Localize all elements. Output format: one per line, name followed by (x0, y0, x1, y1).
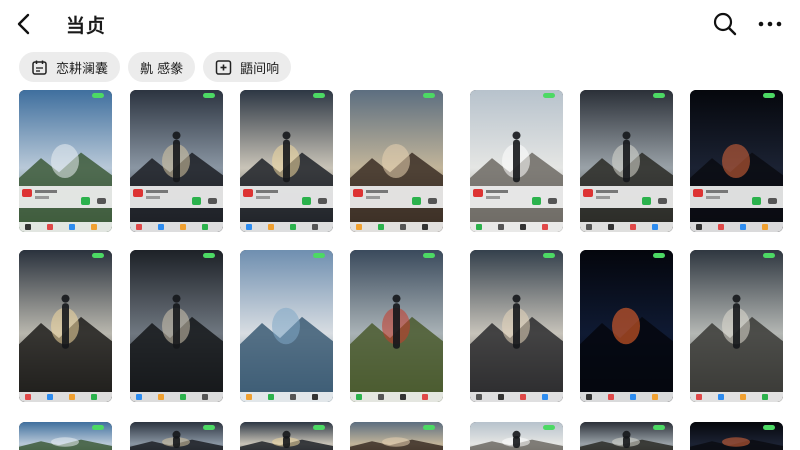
battery-indicator (203, 253, 215, 258)
wallpaper-thumbnail[interactable] (580, 422, 673, 450)
wallpaper-thumbnail[interactable] (350, 90, 443, 232)
dock-bar (19, 392, 112, 402)
wallpaper-thumbnail[interactable] (130, 90, 223, 232)
wallpaper-thumbnail[interactable] (19, 422, 112, 450)
battery-indicator (543, 253, 555, 258)
wallpaper-thumbnail[interactable] (19, 90, 112, 232)
battery-indicator (313, 253, 325, 258)
battery-indicator (543, 93, 555, 98)
calendar-icon (32, 60, 47, 75)
notification-panel (240, 186, 333, 208)
wallpaper-thumbnail[interactable] (690, 422, 783, 450)
wallpaper-image (350, 250, 443, 402)
wallpaper-image (470, 90, 563, 232)
dock-bar (240, 392, 333, 402)
battery-indicator (763, 425, 775, 430)
battery-indicator (92, 93, 104, 98)
battery-indicator (423, 93, 435, 98)
wallpaper-thumbnail[interactable] (690, 90, 783, 232)
dock-bar (690, 392, 783, 402)
filter-chips: 恋耕澜囊 鼽 感豢 鼯间响 (19, 52, 292, 82)
battery-indicator (763, 93, 775, 98)
back-button[interactable] (12, 10, 38, 38)
wallpaper-image (580, 90, 673, 232)
battery-indicator (203, 93, 215, 98)
wallpaper-image (350, 90, 443, 232)
battery-indicator (763, 253, 775, 258)
wallpaper-thumbnail[interactable] (240, 422, 333, 450)
wallpaper-image (130, 250, 223, 402)
dock-bar (350, 392, 443, 402)
battery-indicator (653, 253, 665, 258)
dock-bar (130, 222, 223, 232)
notification-panel (19, 186, 112, 208)
chip-label: 鼽 感豢 (140, 61, 184, 77)
wallpaper-image (690, 250, 783, 402)
search-button[interactable] (712, 11, 738, 37)
battery-indicator (92, 425, 104, 430)
wallpaper-image (470, 250, 563, 402)
dock-bar (690, 222, 783, 232)
wallpaper-image (690, 90, 783, 232)
notification-panel (580, 186, 673, 208)
wallpaper-thumbnail[interactable] (130, 250, 223, 402)
dock-bar (580, 222, 673, 232)
chip-label: 恋耕澜囊 (56, 61, 109, 77)
dock-bar (240, 222, 333, 232)
wallpaper-thumbnail[interactable] (350, 422, 443, 450)
search-icon (713, 12, 737, 36)
wallpaper-thumbnail[interactable] (350, 250, 443, 402)
add-box-icon (215, 59, 232, 75)
page-title: 当贞 (66, 15, 107, 37)
dock-bar (470, 392, 563, 402)
wallpaper-thumbnail[interactable] (470, 422, 563, 450)
notification-panel (470, 186, 563, 208)
wallpaper-image (19, 250, 112, 402)
wallpaper-image (240, 90, 333, 232)
battery-indicator (313, 425, 325, 430)
dock-bar (130, 392, 223, 402)
wallpaper-thumbnail[interactable] (690, 250, 783, 402)
chip-label: 鼯间响 (240, 61, 280, 77)
wallpaper-image (580, 250, 673, 402)
chip-calendar[interactable]: 恋耕澜囊 (19, 52, 121, 82)
wallpaper-image (240, 250, 333, 402)
wallpaper-thumbnail[interactable] (19, 250, 112, 402)
wallpaper-thumbnail[interactable] (130, 422, 223, 450)
battery-indicator (653, 425, 665, 430)
battery-indicator (203, 425, 215, 430)
notification-panel (350, 186, 443, 208)
wallpaper-thumbnail[interactable] (580, 90, 673, 232)
wallpaper-image (130, 90, 223, 232)
dock-bar (470, 222, 563, 232)
more-options-button[interactable] (756, 11, 784, 37)
wallpaper-thumbnail[interactable] (470, 250, 563, 402)
dock-bar (19, 222, 112, 232)
wallpaper-thumbnail[interactable] (470, 90, 563, 232)
chip-add[interactable]: 鼯间响 (203, 52, 292, 82)
notification-panel (690, 186, 783, 208)
dock-bar (350, 222, 443, 232)
battery-indicator (313, 93, 325, 98)
battery-indicator (423, 425, 435, 430)
top-bar: 当贞 (0, 0, 800, 48)
more-icon (758, 21, 782, 27)
battery-indicator (543, 425, 555, 430)
wallpaper-thumbnail[interactable] (240, 250, 333, 402)
wallpaper-thumbnail[interactable] (240, 90, 333, 232)
battery-indicator (92, 253, 104, 258)
back-arrow-icon (17, 13, 30, 35)
notification-panel (130, 186, 223, 208)
chip-second[interactable]: 鼽 感豢 (128, 52, 196, 82)
wallpaper-thumbnail[interactable] (580, 250, 673, 402)
battery-indicator (423, 253, 435, 258)
battery-indicator (653, 93, 665, 98)
dock-bar (580, 392, 673, 402)
wallpaper-image (19, 90, 112, 232)
